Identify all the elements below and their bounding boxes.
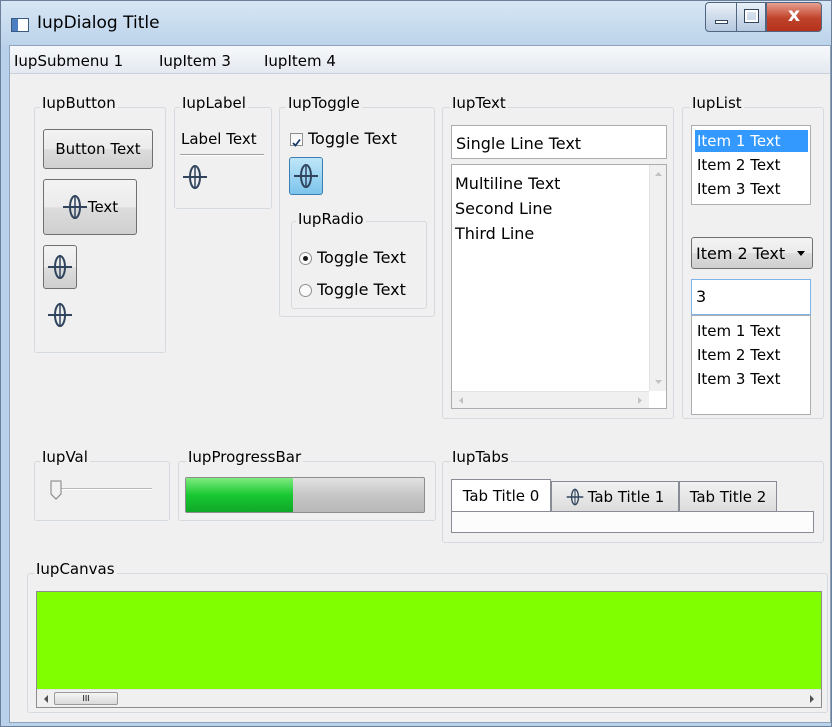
scroll-up-icon[interactable] (650, 168, 667, 180)
list-item[interactable]: Item 2 Text (695, 344, 781, 366)
label-separator (180, 154, 264, 156)
text-button[interactable]: Button Text (43, 129, 153, 169)
menu-bar: IupSubmenu 1 IupItem 3 IupItem 4 (10, 46, 830, 74)
radio-option-1-label[interactable]: Toggle Text (317, 248, 406, 267)
scroll-right-icon[interactable] (806, 690, 818, 708)
window-title: IupDialog Title (37, 13, 160, 33)
image-label-crosshair-icon (183, 165, 207, 189)
canvas-frame-title: IupCanvas (34, 560, 117, 578)
toggle-frame-title: IupToggle (286, 94, 362, 112)
horizontal-scrollbar[interactable] (452, 391, 649, 408)
radio-option-2[interactable] (299, 284, 312, 297)
scroll-left-icon[interactable] (40, 690, 52, 708)
crosshair-icon (566, 488, 583, 505)
image-toggle[interactable] (289, 157, 323, 195)
scroll-down-icon[interactable] (650, 376, 667, 388)
multiline-line-2: Second Line (455, 199, 553, 218)
radio-option-2-label[interactable]: Toggle Text (317, 280, 406, 299)
canvas-horizontal-scrollbar[interactable]: III (37, 689, 821, 707)
crosshair-icon (62, 195, 87, 219)
radio-frame-title: IupRadio (296, 210, 366, 228)
vertical-scrollbar[interactable] (649, 165, 666, 391)
tab-1[interactable]: Tab Title 1 (551, 481, 679, 511)
progress-bar (185, 477, 425, 513)
slider-track[interactable] (52, 488, 152, 490)
text-frame-title: IupText (450, 94, 508, 112)
button-frame-title: IupButton (40, 94, 118, 112)
tab-content-panel (451, 511, 814, 533)
slider-thumb[interactable] (50, 480, 62, 500)
scroll-thumb[interactable]: III (54, 692, 118, 705)
multiline-line-3: Third Line (455, 224, 535, 243)
minimize-icon (715, 20, 728, 24)
label-text: Label Text (181, 130, 257, 148)
title-bar[interactable]: IupDialog Title x (1, 1, 831, 45)
drawing-canvas[interactable]: III (36, 591, 822, 708)
toggle-checkbox[interactable] (290, 133, 303, 147)
crosshair-icon (294, 164, 318, 188)
dropdown-value: Item 2 Text (696, 243, 786, 263)
list-frame-title: IupList (690, 94, 744, 112)
image-text-button[interactable]: Text (43, 179, 137, 235)
multiline-line-1: Multiline Text (455, 174, 561, 193)
simple-list[interactable]: Item 1 Text Item 2 Text Item 3 Text (691, 125, 811, 205)
list-item[interactable]: Item 1 Text (695, 130, 808, 152)
menu-item-3[interactable]: IupItem 3 (159, 52, 231, 70)
close-button[interactable]: x (766, 2, 822, 32)
label-frame (174, 107, 272, 209)
menu-item-4[interactable]: IupItem 4 (264, 52, 336, 70)
toggle-label[interactable]: Toggle Text (308, 129, 397, 148)
edit-box-input[interactable]: 3 (691, 279, 811, 315)
dropdown-list[interactable]: Item 2 Text (691, 237, 813, 269)
edit-box-list[interactable]: Item 1 Text Item 2 Text Item 3 Text (691, 315, 811, 415)
tabs-frame-title: IupTabs (450, 448, 511, 466)
list-item[interactable]: Item 3 Text (695, 368, 781, 390)
scroll-right-icon[interactable] (634, 392, 646, 409)
image-button[interactable] (43, 245, 77, 289)
menu-item-submenu-1[interactable]: IupSubmenu 1 (14, 52, 123, 70)
minimize-button[interactable] (705, 2, 737, 32)
multiline-text-content: Multiline Text Second Line Third Line (455, 171, 560, 246)
check-icon (292, 138, 301, 147)
image-button-label: Text (87, 198, 119, 216)
list-item[interactable]: Item 3 Text (695, 178, 781, 200)
close-icon: x (787, 4, 801, 26)
maximize-icon (744, 9, 759, 23)
list-item[interactable]: Item 2 Text (695, 154, 781, 176)
dialog-window: IupDialog Title x IupSubmenu 1 IupItem 3… (0, 0, 832, 727)
val-frame-title: IupVal (40, 448, 90, 466)
app-icon (11, 18, 29, 32)
tab-0[interactable]: Tab Title 0 (451, 479, 551, 511)
flat-image-button-crosshair-icon[interactable] (47, 302, 73, 328)
dialog-client-area: IupSubmenu 1 IupItem 3 IupItem 4 IupButt… (9, 45, 831, 723)
label-frame-title: IupLabel (180, 94, 248, 112)
progress-fill (186, 478, 293, 512)
tab-1-label: Tab Title 1 (587, 487, 665, 506)
single-line-text-input[interactable]: Single Line Text (451, 125, 667, 159)
crosshair-icon (48, 255, 72, 279)
list-item[interactable]: Item 1 Text (695, 320, 781, 342)
progress-frame-title: IupProgressBar (186, 448, 304, 466)
scroll-left-icon[interactable] (455, 392, 467, 409)
maximize-button[interactable] (736, 2, 766, 32)
multiline-text-input[interactable]: Multiline Text Second Line Third Line (451, 164, 667, 409)
chevron-down-icon (797, 251, 805, 256)
radio-option-1[interactable] (299, 252, 312, 265)
tab-2[interactable]: Tab Title 2 (679, 481, 777, 511)
